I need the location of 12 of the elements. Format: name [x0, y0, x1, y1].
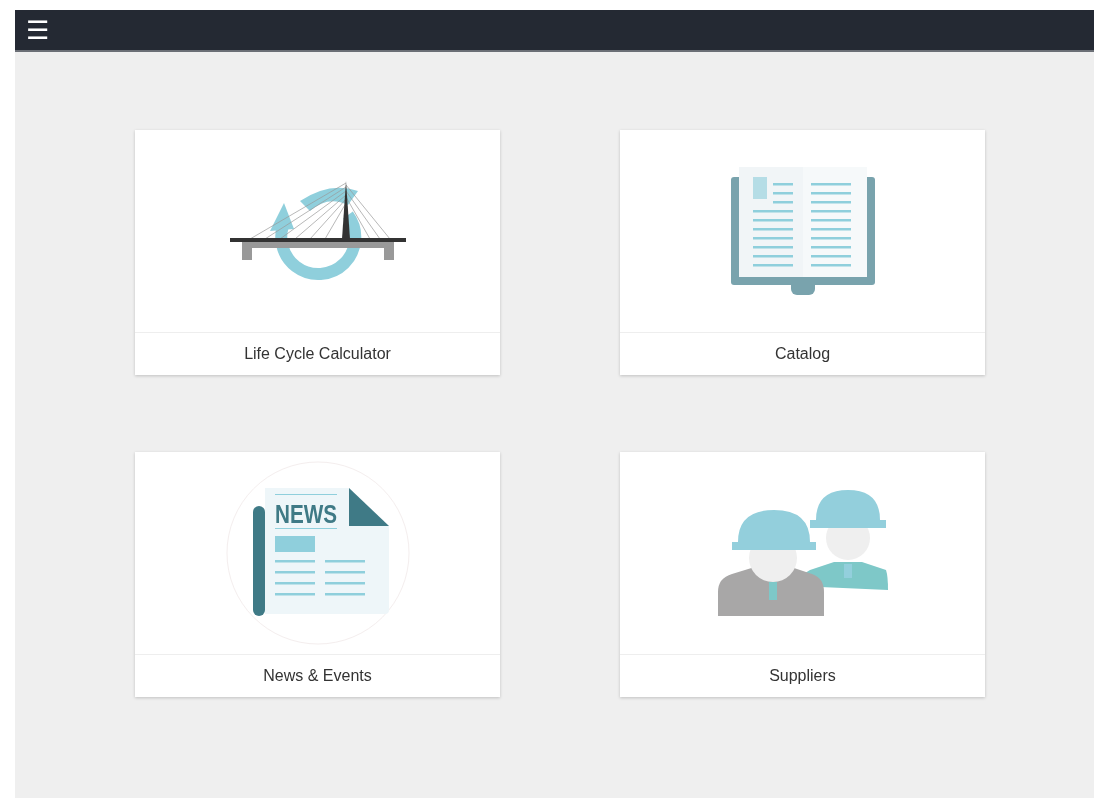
- tile-label: Catalog: [620, 332, 985, 375]
- tile-label: Life Cycle Calculator: [135, 332, 500, 375]
- workers-icon: [717, 488, 888, 618]
- tile-label: Suppliers: [620, 654, 985, 697]
- menu-button[interactable]: ☰: [25, 17, 49, 43]
- menu-tile[interactable]: Suppliers: [620, 452, 985, 697]
- bridge-cycle-icon: [229, 181, 406, 281]
- menu-tile[interactable]: NEWS News & Events: [135, 452, 500, 697]
- newspaper-heading: NEWS: [274, 499, 353, 529]
- tile-label: News & Events: [135, 654, 500, 697]
- menu-tile[interactable]: Life Cycle Calculator: [135, 130, 500, 375]
- menu-tile[interactable]: Catalog: [620, 130, 985, 375]
